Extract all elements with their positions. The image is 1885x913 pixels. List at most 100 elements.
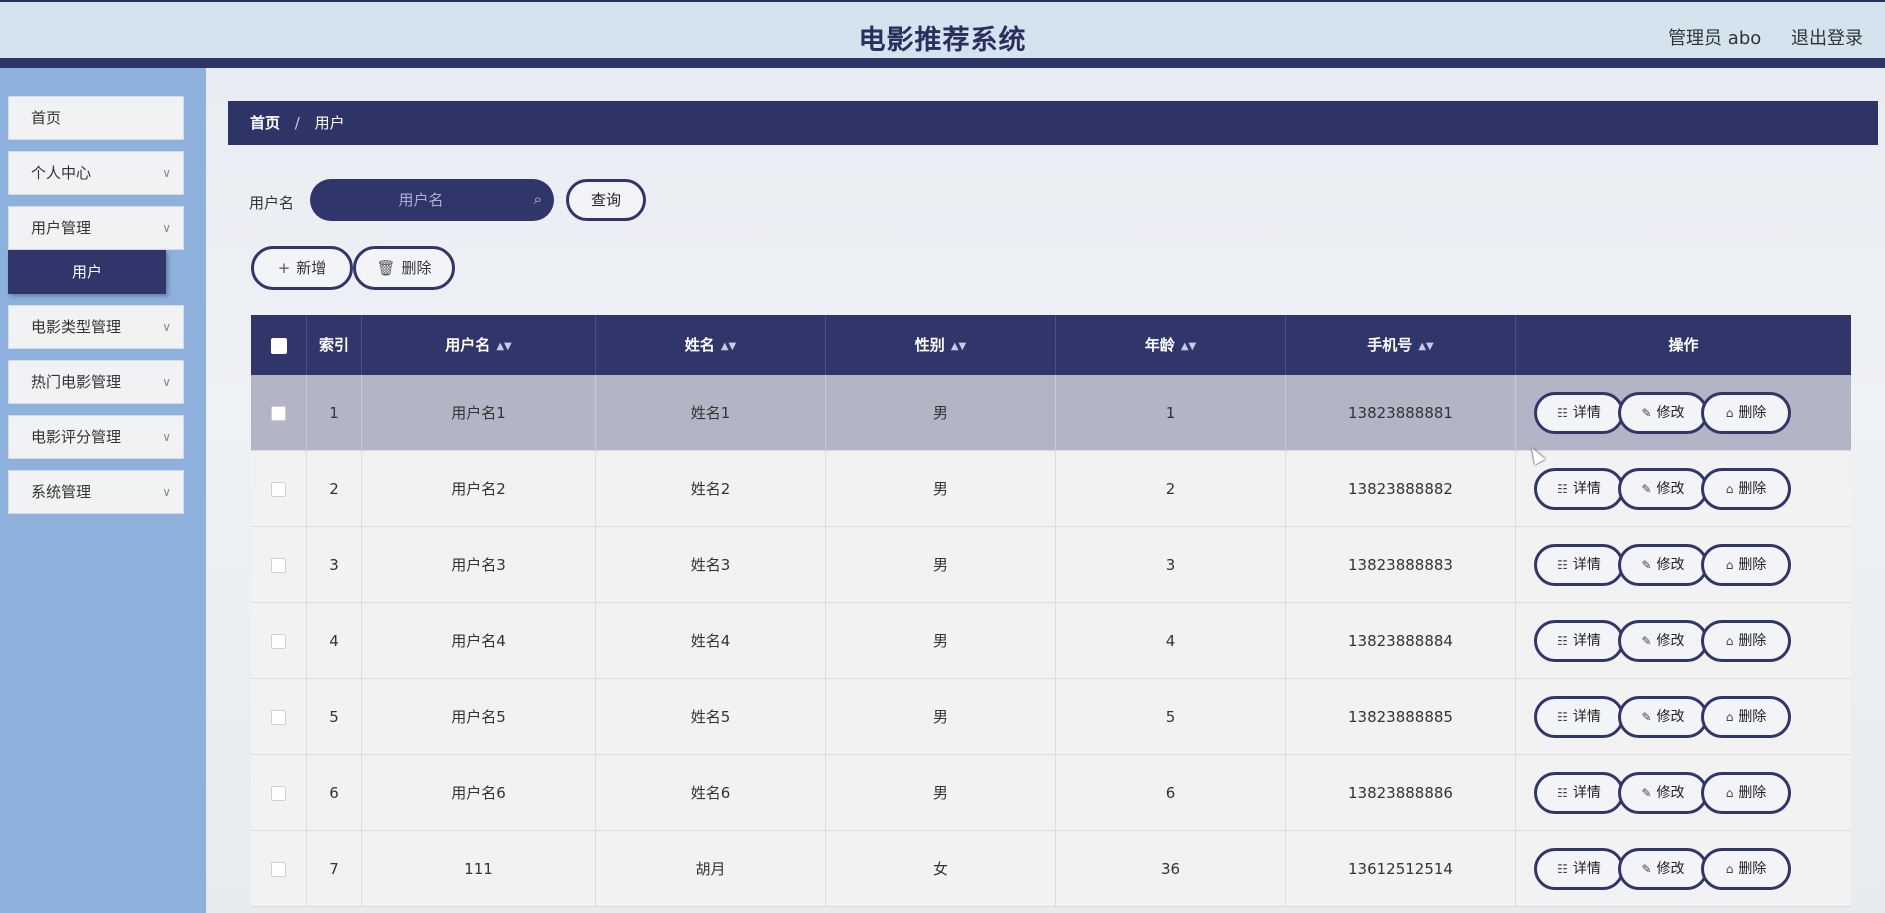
pencil-icon: ✎ [1641, 558, 1652, 572]
cell-actions: ☷ 详情 ✎ 修改 ⌂ 删除 [1516, 679, 1851, 755]
sidebar-item-label: 首页 [31, 109, 62, 127]
sidebar-item-system-management[interactable]: 系统管理 ∨ [8, 470, 184, 514]
pencil-icon: ✎ [1641, 634, 1652, 648]
column-header-age[interactable]: 年龄 ▲▼ [1056, 315, 1286, 375]
sort-icon[interactable]: ▲▼ [1418, 341, 1433, 352]
sidebar-item-hot-movie-management[interactable]: 热门电影管理 ∨ [8, 360, 184, 404]
cell-phone: 13612512514 [1286, 831, 1516, 907]
column-header-label: 年龄 [1144, 336, 1175, 354]
chevron-down-icon: ∨ [162, 430, 171, 444]
sidebar-item-movie-rating-management[interactable]: 电影评分管理 ∨ [8, 415, 184, 459]
table-row[interactable]: 1 用户名1 姓名1 男 1 13823888881 ☷ 详情 ✎ 修改 ⌂ 删除 [251, 375, 1851, 451]
sidebar-item-movie-type-management[interactable]: 电影类型管理 ∨ [8, 305, 184, 349]
add-button[interactable]: + 新增 [251, 246, 353, 290]
row-checkbox[interactable] [271, 406, 286, 421]
search-input[interactable] [326, 179, 516, 221]
detail-button-label: 详情 [1572, 633, 1601, 649]
sidebar-item-personal-center[interactable]: 个人中心 ∨ [8, 151, 184, 195]
trash-icon: ⌂ [1725, 862, 1734, 876]
column-header-label: 性别 [914, 336, 945, 354]
detail-button-label: 详情 [1572, 557, 1601, 573]
cell-age: 3 [1056, 527, 1286, 603]
column-header-label: 姓名 [684, 336, 715, 354]
column-header-name[interactable]: 姓名 ▲▼ [596, 315, 826, 375]
delete-button[interactable]: ⌂ 删除 [1701, 696, 1791, 738]
detail-button[interactable]: ☷ 详情 [1534, 392, 1624, 434]
table-row[interactable]: 6 用户名6 姓名6 男 6 13823888886 ☷ 详情 ✎ 修改 ⌂ 删除 [251, 755, 1851, 831]
chevron-down-icon: ∨ [162, 485, 171, 499]
delete-button[interactable]: ⌂ 删除 [1701, 772, 1791, 814]
row-select-cell [251, 451, 307, 527]
batch-delete-button[interactable]: 🗑︎ 删除 [353, 246, 455, 290]
edit-button[interactable]: ✎ 修改 [1618, 544, 1708, 586]
cell-index: 1 [307, 375, 362, 451]
cell-phone: 13823888883 [1286, 527, 1516, 603]
column-header-username[interactable]: 用户名 ▲▼ [362, 315, 596, 375]
sidebar-item-home[interactable]: 首页 [8, 96, 184, 140]
edit-button[interactable]: ✎ 修改 [1618, 848, 1708, 890]
sort-icon[interactable]: ▲▼ [951, 341, 966, 352]
column-header-phone[interactable]: 手机号 ▲▼ [1286, 315, 1516, 375]
detail-button-label: 详情 [1572, 785, 1601, 801]
cell-gender: 女 [826, 831, 1056, 907]
cell-username: 用户名4 [362, 603, 596, 679]
add-button-label: 新增 [296, 259, 327, 277]
sidebar-item-user-management[interactable]: 用户管理 ∨ [8, 206, 184, 250]
table-row[interactable]: 4 用户名4 姓名4 男 4 13823888884 ☷ 详情 ✎ 修改 ⌂ 删除 [251, 603, 1851, 679]
breadcrumb-separator: / [294, 114, 300, 132]
edit-button-label: 修改 [1656, 405, 1685, 421]
document-icon: ☷ [1557, 862, 1568, 876]
query-button[interactable]: 查询 [566, 179, 646, 221]
row-checkbox[interactable] [271, 862, 286, 877]
detail-button[interactable]: ☷ 详情 [1534, 772, 1624, 814]
row-checkbox[interactable] [271, 558, 286, 573]
table-row[interactable]: 5 用户名5 姓名5 男 5 13823888885 ☷ 详情 ✎ 修改 ⌂ 删除 [251, 679, 1851, 755]
edit-button[interactable]: ✎ 修改 [1618, 620, 1708, 662]
detail-button[interactable]: ☷ 详情 [1534, 468, 1624, 510]
detail-button[interactable]: ☷ 详情 [1534, 620, 1624, 662]
table-row[interactable]: 3 用户名3 姓名3 男 3 13823888883 ☷ 详情 ✎ 修改 ⌂ 删除 [251, 527, 1851, 603]
current-user-label: 管理员 abo [1668, 28, 1762, 49]
delete-button[interactable]: ⌂ 删除 [1701, 392, 1791, 434]
row-checkbox[interactable] [271, 710, 286, 725]
sidebar-subitem-users[interactable]: 用户 [8, 250, 166, 294]
cell-age: 6 [1056, 755, 1286, 831]
table-row[interactable]: 7 111 胡月女 36 13612512514 ☷ 详情 ✎ 修改 ⌂ 删除 [251, 831, 1851, 907]
edit-button[interactable]: ✎ 修改 [1618, 772, 1708, 814]
cell-actions: ☷ 详情 ✎ 修改 ⌂ 删除 [1516, 451, 1851, 527]
row-select-cell [251, 755, 307, 831]
delete-button[interactable]: ⌂ 删除 [1701, 468, 1791, 510]
select-all-checkbox[interactable] [270, 337, 287, 354]
sort-icon[interactable]: ▲▼ [496, 341, 511, 352]
detail-button-label: 详情 [1572, 709, 1601, 725]
sort-icon[interactable]: ▲▼ [721, 341, 736, 352]
column-header-gender[interactable]: 性别 ▲▼ [826, 315, 1056, 375]
row-checkbox[interactable] [271, 786, 286, 801]
table-row[interactable]: 2 用户名2 姓名2 男 2 13823888882 ☷ 详情 ✎ 修改 ⌂ 删除 [251, 451, 1851, 527]
detail-button[interactable]: ☷ 详情 [1534, 696, 1624, 738]
breadcrumb-home[interactable]: 首页 [250, 114, 280, 132]
cell-name: 姓名4 [596, 603, 826, 679]
row-checkbox[interactable] [271, 482, 286, 497]
delete-button[interactable]: ⌂ 删除 [1701, 620, 1791, 662]
row-select-cell [251, 375, 307, 451]
cell-gender: 男 [826, 451, 1056, 527]
pencil-icon: ✎ [1641, 406, 1652, 420]
delete-button[interactable]: ⌂ 删除 [1701, 848, 1791, 890]
chevron-down-icon: ∨ [162, 166, 171, 180]
delete-button[interactable]: ⌂ 删除 [1701, 544, 1791, 586]
edit-button[interactable]: ✎ 修改 [1618, 468, 1708, 510]
sort-icon[interactable]: ▲▼ [1181, 341, 1196, 352]
edit-button[interactable]: ✎ 修改 [1618, 392, 1708, 434]
logout-link[interactable]: 退出登录 [1791, 28, 1863, 49]
edit-button[interactable]: ✎ 修改 [1618, 696, 1708, 738]
column-header-actions: 操作 [1668, 336, 1699, 354]
row-checkbox[interactable] [271, 634, 286, 649]
sidebar: 首页 个人中心 ∨ 用户管理 ∨ 用户 电影类型管理 ∨ 热门电影管理 ∨ 电影… [0, 68, 206, 913]
cell-username: 用户名1 [362, 375, 596, 451]
plus-icon: + [277, 259, 291, 277]
detail-button[interactable]: ☷ 详情 [1534, 544, 1624, 586]
edit-button-label: 修改 [1656, 709, 1685, 725]
document-icon: ☷ [1557, 558, 1568, 572]
detail-button[interactable]: ☷ 详情 [1534, 848, 1624, 890]
